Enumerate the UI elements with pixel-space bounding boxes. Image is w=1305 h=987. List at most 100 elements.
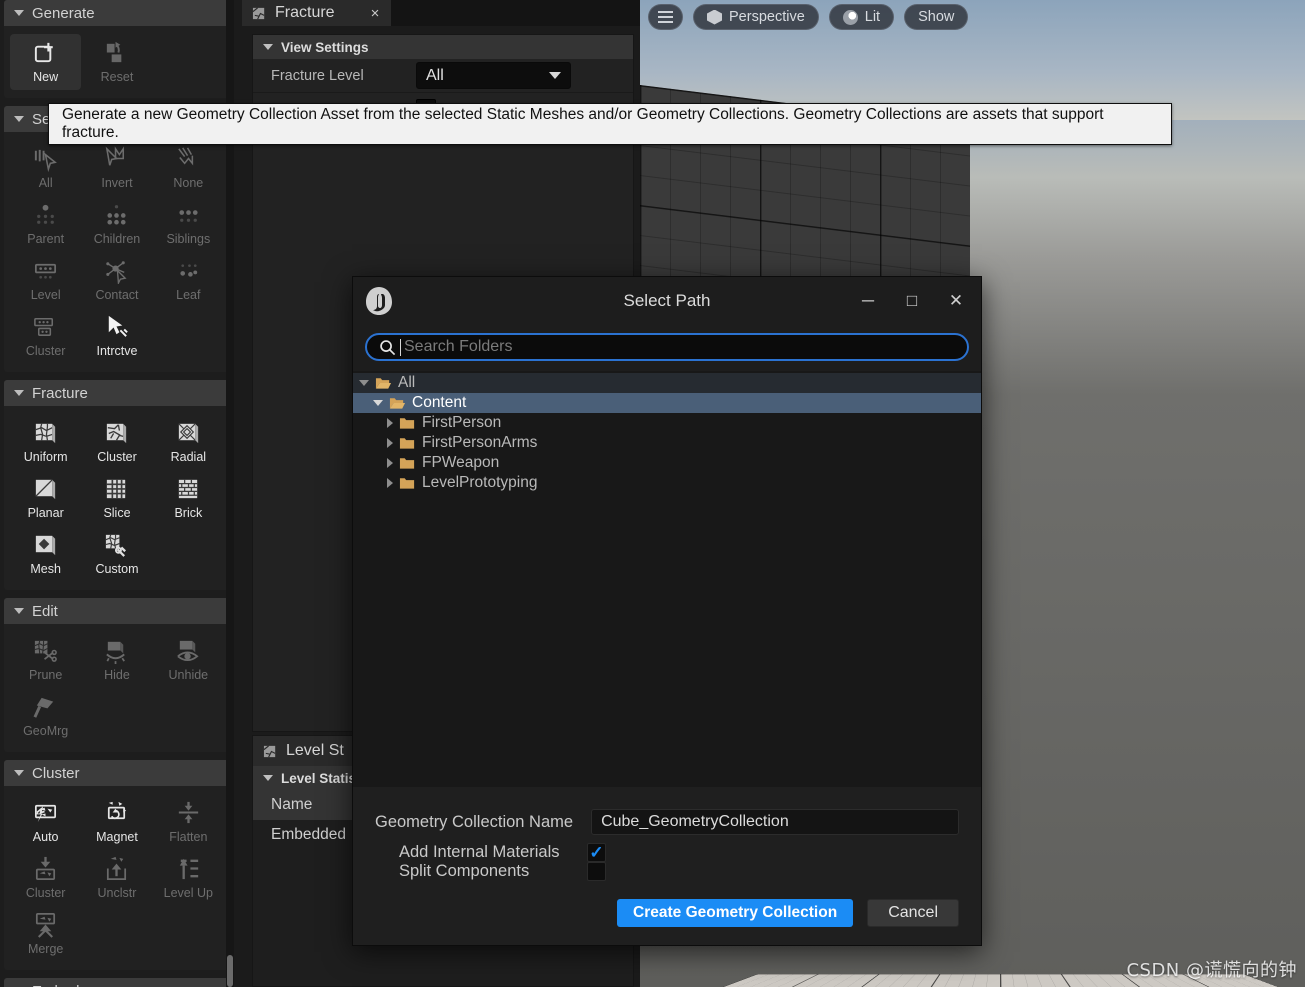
scrollbar-thumb[interactable] [227, 955, 233, 987]
fracture-level-select[interactable]: All [416, 62, 571, 89]
tree-item-levelprototyping[interactable]: LevelPrototyping [353, 473, 981, 493]
window-controls[interactable]: ─ □ ✕ [847, 281, 977, 321]
tool-select-children[interactable]: Children [81, 196, 152, 252]
viewport-options-button[interactable] [648, 4, 683, 30]
tool-interactive-select[interactable]: Intrctve [81, 308, 152, 364]
new-geometry-collection-icon [35, 42, 53, 63]
tool-fracture-cluster[interactable]: Cluster [81, 414, 152, 470]
viewport-toolbar[interactable]: Perspective Lit Show [648, 0, 969, 34]
tool-select-leaf[interactable]: Leaf [153, 252, 224, 308]
tool-interactive-select-label: Intrctve [96, 344, 138, 358]
chevron-right-icon[interactable] [387, 418, 393, 428]
cancel-button[interactable]: Cancel [867, 899, 959, 927]
tool-cluster-merge[interactable]: Merge [10, 906, 81, 962]
folder-tree[interactable]: All Content FirstPerson FirstPersonArms … [353, 371, 981, 787]
tool-select-all[interactable]: All [10, 140, 81, 196]
tooltip-text: Generate a new Geometry Collection Asset… [62, 106, 1104, 141]
tool-unhide-label: Unhide [168, 668, 209, 682]
level-statistics-title: Level Statis [281, 770, 357, 786]
view-mode-button[interactable]: Lit [828, 4, 895, 30]
tool-hide-label: Hide [104, 668, 130, 682]
left-panel-scrollbar[interactable] [226, 0, 234, 987]
tab-fracture[interactable]: Fracture × [242, 0, 392, 26]
tool-hide[interactable]: Hide [81, 632, 152, 688]
chevron-down-icon [14, 390, 24, 396]
auto-cluster-icon [35, 804, 57, 823]
minimize-button[interactable]: ─ [847, 281, 889, 321]
tool-new[interactable]: New [10, 34, 82, 90]
tree-item-firstperson[interactable]: FirstPerson [353, 413, 981, 433]
close-icon[interactable]: × [371, 5, 380, 22]
chevron-down-icon[interactable] [359, 380, 369, 386]
section-cluster-header[interactable]: Cluster [4, 760, 230, 786]
tool-unhide[interactable]: Unhide [153, 632, 224, 688]
tool-select-none[interactable]: None [153, 140, 224, 196]
tool-cluster-magnet[interactable]: Magnet [81, 794, 152, 850]
dock-tabstrip[interactable]: Fracture × [242, 0, 640, 26]
tool-select-parent[interactable]: Parent [10, 196, 81, 252]
tool-geomerge-label: GeoMrg [23, 724, 69, 738]
tool-fracture-slice[interactable]: Slice [81, 470, 152, 526]
tool-cluster-level-up[interactable]: Level Up [153, 850, 224, 906]
chevron-down-icon[interactable] [373, 400, 383, 406]
hamburger-menu-icon [658, 11, 673, 23]
section-embed: Embed [4, 978, 230, 987]
create-geometry-collection-button[interactable]: Create Geometry Collection [617, 899, 854, 927]
tool-select-all-label: All [38, 176, 53, 190]
tool-cluster-level-up-label: Level Up [163, 886, 213, 900]
section-fracture-header[interactable]: Fracture [4, 380, 230, 406]
tree-item-firstpersonarms[interactable]: FirstPersonArms [353, 433, 981, 453]
section-embed-header[interactable]: Embed [4, 978, 230, 987]
tool-fracture-uniform[interactable]: Uniform [10, 414, 81, 470]
search-folders-input[interactable]: Search Folders [365, 333, 969, 361]
section-generate-title: Generate [32, 4, 95, 22]
tool-fracture-brick[interactable]: Brick [153, 470, 224, 526]
collection-name-input[interactable]: Cube_GeometryCollection [591, 809, 959, 835]
section-select-tools: All Invert None Parent Children Siblings… [4, 132, 230, 364]
tool-select-contact[interactable]: Contact [81, 252, 152, 308]
tree-item-all[interactable]: All [353, 373, 981, 393]
split-components-checkbox[interactable] [587, 862, 606, 881]
fracture-cluster-icon [107, 423, 127, 444]
tree-item-firstpersonarms-label: FirstPersonArms [422, 434, 538, 451]
maximize-button[interactable]: □ [891, 281, 933, 321]
dialog-titlebar[interactable]: Select Path ─ □ ✕ [353, 277, 981, 325]
tree-item-fpweapon[interactable]: FPWeapon [353, 453, 981, 473]
tool-select-invert[interactable]: Invert [81, 140, 152, 196]
fracture-radial-icon [178, 423, 198, 444]
tool-fracture-custom[interactable]: Custom [81, 526, 152, 582]
tree-item-content[interactable]: Content [353, 393, 981, 413]
chevron-down-icon [14, 10, 24, 16]
tool-cluster-label: Cluster [25, 886, 66, 900]
chevron-right-icon[interactable] [387, 438, 393, 448]
tool-fracture-radial[interactable]: Radial [153, 414, 224, 470]
section-generate-header[interactable]: Generate [4, 0, 230, 26]
tool-reset[interactable]: Reset [81, 34, 152, 90]
view-settings-header[interactable]: View Settings [253, 35, 633, 59]
tool-fracture-planar[interactable]: Planar [10, 470, 81, 526]
tool-auto-cluster[interactable]: Auto [10, 794, 81, 850]
tool-geomerge[interactable]: GeoMrg [10, 688, 81, 744]
watermark: CSDN @谎慌向的钟 [1126, 960, 1297, 981]
unhide-icon [177, 640, 199, 662]
tool-uncluster[interactable]: Unclstr [81, 850, 152, 906]
tool-cluster[interactable]: Cluster [10, 850, 81, 906]
tool-cluster-flatten[interactable]: Flatten [153, 794, 224, 850]
chevron-right-icon[interactable] [387, 478, 393, 488]
tool-new-label: New [33, 70, 59, 84]
section-edit-header[interactable]: Edit [4, 598, 230, 624]
chevron-right-icon[interactable] [387, 458, 393, 468]
tool-fracture-mesh[interactable]: Mesh [10, 526, 81, 582]
app-root: Perspective Lit Show CSDN @谎慌向的钟 Fractur… [0, 0, 1305, 987]
fracture-mesh-icon [36, 535, 56, 556]
add-internal-materials-checkbox[interactable]: ✓ [587, 843, 606, 862]
tool-select-invert-label: Invert [101, 176, 133, 190]
tool-select-cluster[interactable]: Cluster [10, 308, 81, 364]
show-flags-button[interactable]: Show [904, 4, 969, 30]
tool-select-siblings[interactable]: Siblings [153, 196, 224, 252]
tool-prune[interactable]: Prune [10, 632, 81, 688]
tool-select-level[interactable]: Level [10, 252, 81, 308]
camera-mode-button[interactable]: Perspective [693, 4, 819, 30]
close-button[interactable]: ✕ [935, 281, 977, 321]
tool-select-parent-label: Parent [27, 232, 65, 246]
